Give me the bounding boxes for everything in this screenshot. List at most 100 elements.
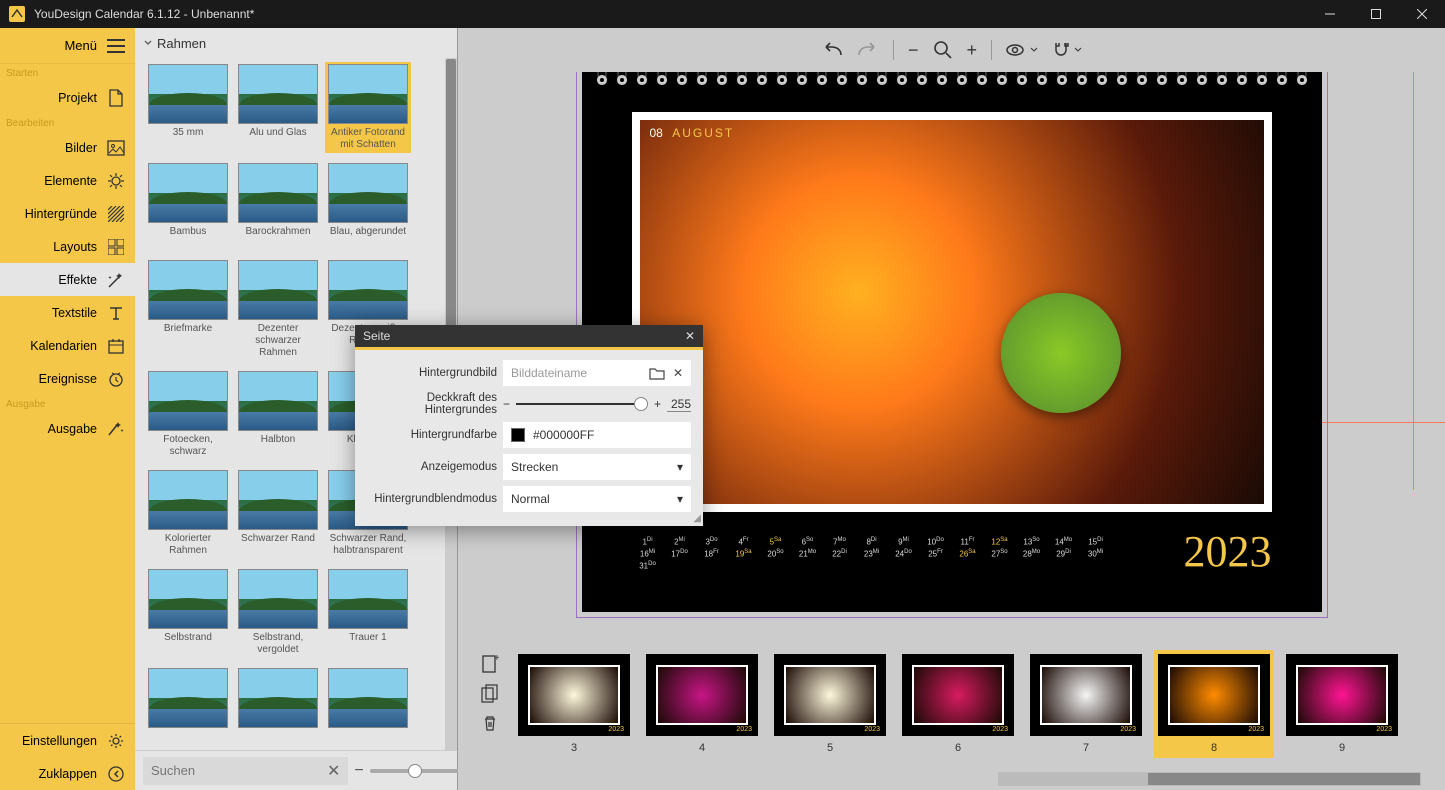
image-icon	[107, 139, 125, 157]
text-icon	[107, 304, 125, 322]
clock-icon	[107, 370, 125, 388]
gallery-item[interactable]: Selbstrand, vergoldet	[235, 567, 321, 658]
folder-icon[interactable]	[649, 366, 665, 380]
sidebar-item-textstile[interactable]: Textstile	[0, 296, 135, 329]
titlebar: YouDesign Calendar 6.1.12 - Unbenannt*	[0, 0, 1445, 28]
gallery-item[interactable]: 35 mm	[145, 62, 231, 153]
opacity-slider[interactable]	[516, 403, 648, 405]
window-title: YouDesign Calendar 6.1.12 - Unbenannt*	[34, 7, 1307, 21]
sidebar-item-ausgabe[interactable]: Ausgabe	[0, 412, 135, 445]
redo-button[interactable]	[857, 41, 879, 59]
gallery-header-label: Rahmen	[157, 36, 206, 51]
snap-dropdown[interactable]	[1052, 41, 1082, 59]
gallery-item[interactable]	[325, 666, 411, 750]
sidebar-item-elemente[interactable]: Elemente	[0, 164, 135, 197]
collapse-icon	[107, 765, 125, 783]
filmstrip-item[interactable]: 20235	[770, 650, 890, 758]
sidebar-item-ereignisse[interactable]: Ereignisse	[0, 362, 135, 395]
calendar-photo-frame: 08 August	[632, 112, 1272, 512]
gallery-item[interactable]: Kolorierter Rahmen	[145, 468, 231, 559]
sidebar-item-layouts[interactable]: Layouts	[0, 230, 135, 263]
gallery-item[interactable]: Trauer 1	[325, 567, 411, 658]
zoom-in-canvas[interactable]: +	[967, 40, 978, 61]
search-input[interactable]: ✕	[143, 757, 348, 785]
display-mode-select[interactable]: Strecken ▾	[503, 454, 691, 480]
sidebar-item-kalendarien[interactable]: Kalendarien	[0, 329, 135, 362]
opacity-value[interactable]: 255	[667, 397, 691, 412]
calendar-year: 2023	[1184, 526, 1272, 577]
sidebar-item-effekte[interactable]: Effekte	[0, 263, 135, 296]
gallery-item[interactable]: Schwarzer Rand	[235, 468, 321, 559]
gallery-zoom-slider[interactable]	[370, 769, 460, 773]
gallery-item[interactable]: Barockrahmen	[235, 161, 321, 250]
dialog-close-button[interactable]: ✕	[685, 329, 695, 343]
sidebar-item-hintergruende[interactable]: Hintergründe	[0, 197, 135, 230]
opacity-plus[interactable]: +	[654, 397, 661, 411]
filmstrip-scrollbar[interactable]	[998, 772, 1421, 786]
label-blendmodus: Hintergrundblendmodus	[367, 493, 497, 505]
section-ausgabe: Ausgabe	[0, 395, 135, 412]
effects-icon	[107, 271, 125, 289]
filmstrip-item[interactable]: 20239	[1282, 650, 1402, 758]
zoom-out-button[interactable]: −	[354, 762, 363, 780]
clear-icon[interactable]: ✕	[327, 761, 340, 781]
gallery-item[interactable]: Antiker Fotorand mit Schatten	[325, 62, 411, 153]
gallery-item[interactable]: Selbstrand	[145, 567, 231, 658]
opacity-minus[interactable]: −	[503, 397, 510, 411]
gallery-item[interactable]: Fotoecken, schwarz	[145, 369, 231, 460]
undo-button[interactable]	[821, 41, 843, 59]
canvas-toolbar: − +	[458, 28, 1445, 72]
dialog-title: Seite	[363, 329, 390, 343]
color-swatch	[511, 428, 525, 442]
view-dropdown[interactable]	[1006, 42, 1038, 58]
zoom-out-canvas[interactable]: −	[908, 40, 919, 61]
dropdown-icon: ▾	[677, 492, 683, 506]
resize-grip[interactable]: ◢	[693, 513, 701, 524]
calendar-photo[interactable]: 08 August	[640, 120, 1264, 504]
sidebar-item-zuklappen[interactable]: Zuklappen	[0, 757, 135, 790]
sidebar: Menü Starten Projekt Bearbeiten Bilder E…	[0, 28, 135, 790]
background-color-input[interactable]: #000000FF	[503, 422, 691, 448]
sidebar-item-projekt[interactable]: Projekt	[0, 81, 135, 114]
zoom-fit-button[interactable]	[933, 40, 953, 60]
close-button[interactable]	[1399, 0, 1445, 28]
sidebar-item-bilder[interactable]: Bilder	[0, 131, 135, 164]
calendar-icon	[107, 337, 125, 355]
guide-vertical	[1413, 72, 1414, 490]
label-hintergrundbild: Hintergrundbild	[367, 367, 497, 379]
chevron-down-icon	[143, 38, 153, 48]
filmstrip-item[interactable]: 20237	[1026, 650, 1146, 758]
calendar-dates: 1Di2Mi3Do4Fr5Sa6So7Mo8Di9Mi10Do11Fr12Sa1…	[632, 536, 1142, 572]
svg-text:+: +	[494, 654, 499, 664]
gallery-item[interactable]: Briefmarke	[145, 258, 231, 361]
blend-mode-select[interactable]: Normal ▾	[503, 486, 691, 512]
sidebar-item-einstellungen[interactable]: Einstellungen	[0, 724, 135, 757]
clear-image-icon[interactable]: ✕	[673, 366, 683, 380]
gallery-header[interactable]: Rahmen	[135, 28, 457, 58]
minimize-button[interactable]	[1307, 0, 1353, 28]
gallery-item[interactable]	[235, 666, 321, 750]
filmstrip-item[interactable]: 20236	[898, 650, 1018, 758]
filmstrip-item[interactable]: 20234	[642, 650, 762, 758]
gear-icon	[107, 732, 125, 750]
gallery-item[interactable]: Bambus	[145, 161, 231, 250]
month-label: August	[672, 126, 734, 140]
page-number: 08	[650, 126, 663, 140]
maximize-button[interactable]	[1353, 0, 1399, 28]
filmstrip-item[interactable]: 20238	[1154, 650, 1274, 758]
delete-page-button[interactable]	[482, 714, 498, 732]
spiral-binding	[582, 72, 1322, 84]
gallery-item[interactable]: Blau, abgerundet	[325, 161, 411, 250]
label-hintergrundfarbe: Hintergrundfarbe	[367, 429, 497, 441]
gallery-item[interactable]: Dezenter schwarzer Rahmen	[235, 258, 321, 361]
gallery-item[interactable]: Halbton	[235, 369, 321, 460]
menu-label: Menü	[64, 38, 97, 53]
hatch-icon	[107, 205, 125, 223]
gallery-item[interactable]	[145, 666, 231, 750]
filmstrip-item[interactable]: 20233	[514, 650, 634, 758]
duplicate-page-button[interactable]	[481, 684, 499, 704]
menu-button[interactable]: Menü	[0, 28, 135, 64]
add-page-button[interactable]: +	[481, 654, 499, 674]
gallery-item[interactable]: Alu und Glas	[235, 62, 321, 153]
background-image-input[interactable]: Bilddateiname ✕	[503, 360, 691, 386]
